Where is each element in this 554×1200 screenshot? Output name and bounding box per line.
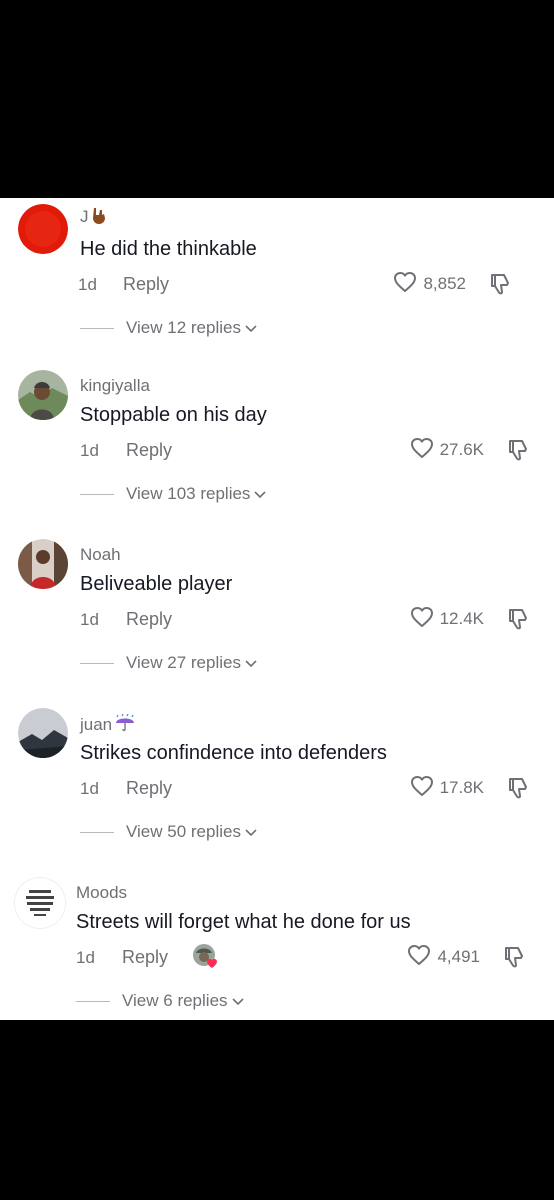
view-replies-button[interactable]: View 12 replies	[80, 318, 257, 338]
heart-icon	[407, 944, 431, 971]
chevron-down-icon	[245, 822, 257, 842]
comment-age: 1d	[80, 441, 99, 460]
heart-icon	[410, 437, 434, 464]
reply-button[interactable]: Reply	[122, 947, 168, 968]
comment-username[interactable]: kingiyalla	[80, 376, 150, 396]
like-count: 12.4K	[439, 609, 484, 628]
divider	[80, 327, 114, 329]
dislike-icon[interactable]	[506, 438, 530, 462]
comment-item: juan Strikes confindence into defenders …	[0, 704, 554, 872]
comment-username[interactable]: juan	[80, 713, 136, 737]
umbrella-rain-emoji-icon	[114, 713, 136, 737]
creator-liked-badge	[192, 943, 220, 969]
comment-age: 1d	[80, 779, 99, 798]
like-button[interactable]: 17.8K	[410, 775, 484, 802]
comment-text: Strikes confindence into defenders	[80, 742, 387, 764]
reply-button[interactable]: Reply	[126, 609, 172, 630]
comment-text: Stoppable on his day	[80, 404, 267, 426]
comment-item: J He did the thinkable 1d Reply 8,852 Vi…	[0, 200, 554, 368]
like-button[interactable]: 27.6K	[410, 437, 484, 464]
comment-item: Moods Streets will forget what he done f…	[0, 873, 554, 1020]
heart-icon	[410, 606, 434, 633]
comment-age: 1d	[76, 948, 95, 967]
view-replies-button[interactable]: View 50 replies	[80, 822, 257, 842]
avatar[interactable]	[14, 877, 66, 929]
comment-username[interactable]: J	[80, 206, 107, 229]
reply-button[interactable]: Reply	[123, 274, 169, 295]
comment-username[interactable]: Moods	[76, 883, 127, 903]
divider	[80, 662, 114, 664]
like-count: 27.6K	[439, 440, 484, 459]
avatar[interactable]	[18, 370, 68, 420]
comment-username[interactable]: Noah	[80, 545, 121, 565]
view-replies-button[interactable]: View 103 replies	[80, 484, 267, 504]
view-replies-button[interactable]: View 27 replies	[80, 653, 257, 673]
chevron-down-icon	[245, 318, 257, 338]
chevron-down-icon	[245, 653, 257, 673]
comment-age: 1d	[78, 275, 97, 294]
comment-text: Beliveable player	[80, 573, 233, 595]
like-count: 17.8K	[439, 778, 484, 797]
view-replies-button[interactable]: View 6 replies	[76, 991, 244, 1011]
reply-button[interactable]: Reply	[126, 440, 172, 461]
divider	[80, 493, 114, 495]
like-count: 8,852	[423, 274, 466, 293]
heart-icon	[410, 775, 434, 802]
rock-hand-emoji-icon	[91, 206, 107, 229]
chevron-down-icon	[231, 991, 244, 1011]
chevron-down-icon	[254, 484, 267, 504]
comment-text: Streets will forget what he done for us	[76, 911, 411, 933]
dislike-icon[interactable]	[488, 272, 512, 296]
like-button[interactable]: 8,852	[393, 271, 466, 298]
like-button[interactable]: 4,491	[407, 944, 480, 971]
reply-button[interactable]: Reply	[126, 778, 172, 799]
comment-age: 1d	[80, 610, 99, 629]
dislike-icon[interactable]	[506, 776, 530, 800]
like-button[interactable]: 12.4K	[410, 606, 484, 633]
avatar[interactable]	[18, 204, 68, 254]
avatar[interactable]	[18, 708, 68, 758]
comment-item: Noah Beliveable player 1d Reply 12.4K Vi…	[0, 535, 554, 703]
divider	[76, 1000, 110, 1002]
dislike-icon[interactable]	[502, 945, 526, 969]
dislike-icon[interactable]	[506, 607, 530, 631]
heart-icon	[393, 271, 417, 298]
comment-item: kingiyalla Stoppable on his day 1d Reply…	[0, 366, 554, 534]
avatar[interactable]	[18, 539, 68, 589]
divider	[80, 831, 114, 833]
like-count: 4,491	[437, 947, 480, 966]
comment-text: He did the thinkable	[80, 238, 257, 260]
comments-panel: J He did the thinkable 1d Reply 8,852 Vi…	[0, 198, 554, 1020]
